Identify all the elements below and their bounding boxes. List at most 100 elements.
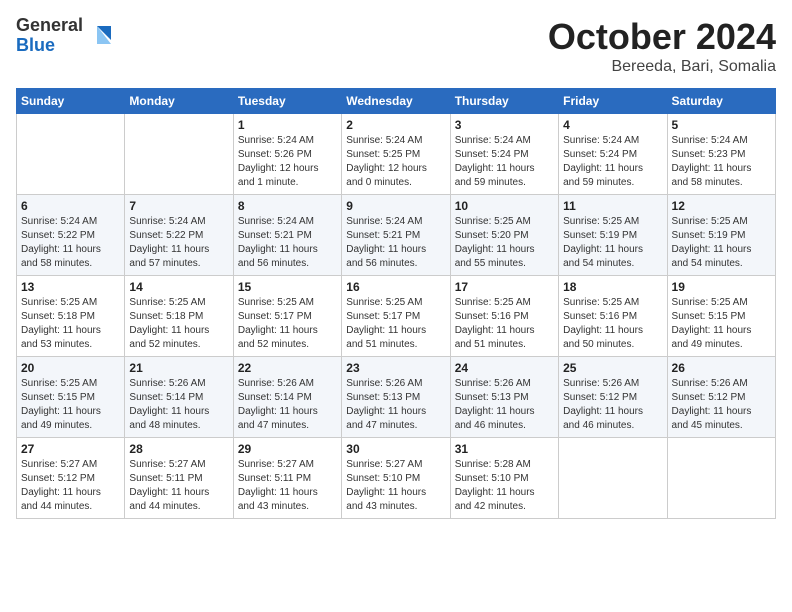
day-info: Sunrise: 5:25 AMSunset: 5:18 PMDaylight:… — [21, 296, 120, 352]
day-number: 10 — [455, 199, 554, 213]
day-info: Sunrise: 5:24 AMSunset: 5:21 PMDaylight:… — [346, 215, 445, 271]
calendar-cell: 27 Sunrise: 5:27 AMSunset: 5:12 PMDayligh… — [17, 438, 125, 519]
day-info: Sunrise: 5:25 AMSunset: 5:19 PMDaylight:… — [672, 215, 771, 271]
day-info: Sunrise: 5:25 AMSunset: 5:17 PMDaylight:… — [238, 296, 337, 352]
day-info: Sunrise: 5:27 AMSunset: 5:11 PMDaylight:… — [238, 458, 337, 514]
day-number: 2 — [346, 118, 445, 132]
day-info: Sunrise: 5:25 AMSunset: 5:17 PMDaylight:… — [346, 296, 445, 352]
day-info: Sunrise: 5:27 AMSunset: 5:10 PMDaylight:… — [346, 458, 445, 514]
calendar-cell: 24 Sunrise: 5:26 AMSunset: 5:13 PMDayligh… — [450, 357, 558, 438]
weekday-header: Saturday — [667, 89, 775, 114]
day-info: Sunrise: 5:27 AMSunset: 5:12 PMDaylight:… — [21, 458, 120, 514]
calendar-cell: 2 Sunrise: 5:24 AMSunset: 5:25 PMDaylight… — [342, 114, 450, 195]
day-info: Sunrise: 5:24 AMSunset: 5:21 PMDaylight:… — [238, 215, 337, 271]
day-info: Sunrise: 5:26 AMSunset: 5:12 PMDaylight:… — [563, 377, 662, 433]
calendar-cell: 10 Sunrise: 5:25 AMSunset: 5:20 PMDayligh… — [450, 195, 558, 276]
weekday-header: Friday — [559, 89, 667, 114]
day-info: Sunrise: 5:28 AMSunset: 5:10 PMDaylight:… — [455, 458, 554, 514]
day-info: Sunrise: 5:25 AMSunset: 5:15 PMDaylight:… — [21, 377, 120, 433]
day-info: Sunrise: 5:24 AMSunset: 5:26 PMDaylight:… — [238, 134, 337, 190]
calendar-cell: 9Sunrise: 5:24 AMSunset: 5:21 PMDaylight… — [342, 195, 450, 276]
calendar-week-row: 27 Sunrise: 5:27 AMSunset: 5:12 PMDayligh… — [17, 438, 776, 519]
day-info: Sunrise: 5:25 AMSunset: 5:16 PMDaylight:… — [455, 296, 554, 352]
weekday-header: Sunday — [17, 89, 125, 114]
calendar-cell — [125, 114, 233, 195]
day-number: 21 — [129, 361, 228, 375]
calendar-cell: 30 Sunrise: 5:27 AMSunset: 5:10 PMDayligh… — [342, 438, 450, 519]
calendar-cell: 19Sunrise: 5:25 AMSunset: 5:15 PMDayligh… — [667, 276, 775, 357]
calendar-week-row: 13Sunrise: 5:25 AMSunset: 5:18 PMDayligh… — [17, 276, 776, 357]
calendar-cell: 11 Sunrise: 5:25 AMSunset: 5:19 PMDayligh… — [559, 195, 667, 276]
day-number: 8 — [238, 199, 337, 213]
day-number: 22 — [238, 361, 337, 375]
logo: General Blue — [16, 16, 115, 56]
day-number: 14 — [129, 280, 228, 294]
day-number: 25 — [563, 361, 662, 375]
calendar-cell: 29Sunrise: 5:27 AMSunset: 5:11 PMDayligh… — [233, 438, 341, 519]
calendar-cell — [667, 438, 775, 519]
day-info: Sunrise: 5:24 AMSunset: 5:22 PMDaylight:… — [21, 215, 120, 271]
day-number: 17 — [455, 280, 554, 294]
calendar-cell: 13Sunrise: 5:25 AMSunset: 5:18 PMDayligh… — [17, 276, 125, 357]
day-number: 12 — [672, 199, 771, 213]
day-number: 24 — [455, 361, 554, 375]
day-number: 18 — [563, 280, 662, 294]
calendar-cell: 18 Sunrise: 5:25 AMSunset: 5:16 PMDayligh… — [559, 276, 667, 357]
day-number: 16 — [346, 280, 445, 294]
day-number: 7 — [129, 199, 228, 213]
day-info: Sunrise: 5:24 AMSunset: 5:24 PMDaylight:… — [455, 134, 554, 190]
calendar-cell: 25 Sunrise: 5:26 AMSunset: 5:12 PMDayligh… — [559, 357, 667, 438]
title-block: October 2024 Bereeda, Bari, Somalia — [548, 16, 776, 76]
calendar-cell — [559, 438, 667, 519]
weekday-header: Thursday — [450, 89, 558, 114]
subtitle: Bereeda, Bari, Somalia — [548, 58, 776, 76]
calendar-cell: 14Sunrise: 5:25 AMSunset: 5:18 PMDayligh… — [125, 276, 233, 357]
day-info: Sunrise: 5:26 AMSunset: 5:14 PMDaylight:… — [129, 377, 228, 433]
day-number: 11 — [563, 199, 662, 213]
calendar-cell: 28Sunrise: 5:27 AMSunset: 5:11 PMDayligh… — [125, 438, 233, 519]
calendar-cell: 8 Sunrise: 5:24 AMSunset: 5:21 PMDaylight… — [233, 195, 341, 276]
calendar-table: SundayMondayTuesdayWednesdayThursdayFrid… — [16, 88, 776, 519]
day-number: 20 — [21, 361, 120, 375]
calendar-week-row: 6 Sunrise: 5:24 AMSunset: 5:22 PMDaylight… — [17, 195, 776, 276]
calendar-cell: 5Sunrise: 5:24 AMSunset: 5:23 PMDaylight… — [667, 114, 775, 195]
day-number: 1 — [238, 118, 337, 132]
calendar-cell: 16 Sunrise: 5:25 AMSunset: 5:17 PMDayligh… — [342, 276, 450, 357]
weekday-header: Wednesday — [342, 89, 450, 114]
day-info: Sunrise: 5:26 AMSunset: 5:13 PMDaylight:… — [455, 377, 554, 433]
calendar-cell: 20 Sunrise: 5:25 AMSunset: 5:15 PMDayligh… — [17, 357, 125, 438]
weekday-header: Tuesday — [233, 89, 341, 114]
day-info: Sunrise: 5:26 AMSunset: 5:12 PMDaylight:… — [672, 377, 771, 433]
logo-general: General — [16, 16, 83, 36]
day-info: Sunrise: 5:26 AMSunset: 5:14 PMDaylight:… — [238, 377, 337, 433]
day-number: 3 — [455, 118, 554, 132]
day-info: Sunrise: 5:24 AMSunset: 5:22 PMDaylight:… — [129, 215, 228, 271]
calendar-cell: 26 Sunrise: 5:26 AMSunset: 5:12 PMDayligh… — [667, 357, 775, 438]
calendar-cell: 3 Sunrise: 5:24 AMSunset: 5:24 PMDaylight… — [450, 114, 558, 195]
day-info: Sunrise: 5:24 AMSunset: 5:24 PMDaylight:… — [563, 134, 662, 190]
day-info: Sunrise: 5:24 AMSunset: 5:23 PMDaylight:… — [672, 134, 771, 190]
day-number: 23 — [346, 361, 445, 375]
day-number: 6 — [21, 199, 120, 213]
day-number: 30 — [346, 442, 445, 456]
calendar-header-row: SundayMondayTuesdayWednesdayThursdayFrid… — [17, 89, 776, 114]
calendar-cell: 21 Sunrise: 5:26 AMSunset: 5:14 PMDayligh… — [125, 357, 233, 438]
day-info: Sunrise: 5:25 AMSunset: 5:16 PMDaylight:… — [563, 296, 662, 352]
day-info: Sunrise: 5:25 AMSunset: 5:15 PMDaylight:… — [672, 296, 771, 352]
calendar-cell: 23Sunrise: 5:26 AMSunset: 5:13 PMDayligh… — [342, 357, 450, 438]
day-info: Sunrise: 5:25 AMSunset: 5:19 PMDaylight:… — [563, 215, 662, 271]
day-number: 28 — [129, 442, 228, 456]
day-number: 31 — [455, 442, 554, 456]
calendar-week-row: 1 Sunrise: 5:24 AMSunset: 5:26 PMDaylight… — [17, 114, 776, 195]
calendar-cell: 7 Sunrise: 5:24 AMSunset: 5:22 PMDaylight… — [125, 195, 233, 276]
day-info: Sunrise: 5:24 AMSunset: 5:25 PMDaylight:… — [346, 134, 445, 190]
day-number: 26 — [672, 361, 771, 375]
calendar-week-row: 20 Sunrise: 5:25 AMSunset: 5:15 PMDayligh… — [17, 357, 776, 438]
calendar-cell: 12 Sunrise: 5:25 AMSunset: 5:19 PMDayligh… — [667, 195, 775, 276]
calendar-cell: 15Sunrise: 5:25 AMSunset: 5:17 PMDayligh… — [233, 276, 341, 357]
day-number: 4 — [563, 118, 662, 132]
day-info: Sunrise: 5:25 AMSunset: 5:20 PMDaylight:… — [455, 215, 554, 271]
logo-text: General Blue — [16, 16, 83, 56]
header: General Blue October 2024 Bereeda, Bari,… — [16, 16, 776, 76]
day-number: 27 — [21, 442, 120, 456]
